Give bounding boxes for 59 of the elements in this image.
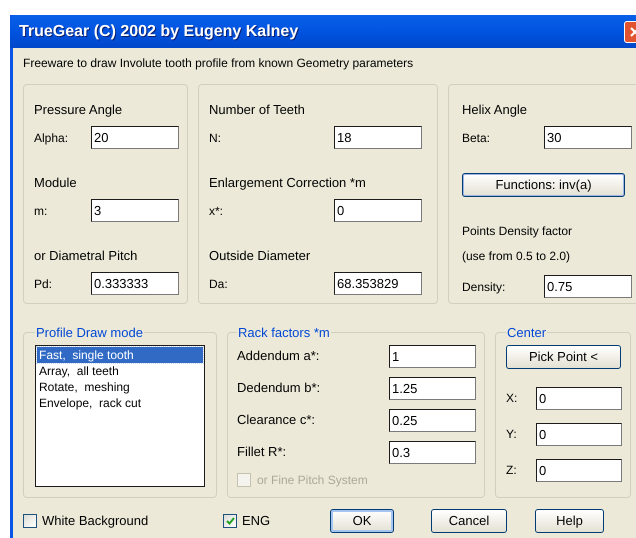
field-label: m: [34,202,48,220]
field-label: Clearance c*: [237,411,316,430]
input-field[interactable]: 0.333333 [91,272,179,295]
input-field[interactable]: 0.75 [544,275,632,298]
checkmark-icon [226,517,234,525]
field-label: x*: [209,202,224,220]
functions-button[interactable]: Functions: inv(a) [462,173,625,197]
field-label: Da: [209,276,229,292]
field-label: Z: [506,462,518,480]
field-label: N: [209,130,222,146]
pick-point-button[interactable]: Pick Point < [506,344,621,368]
list-item[interactable]: Envelope, rack cut [37,394,203,410]
section-heading: Number of Teeth [209,101,306,119]
section-heading: Outside Diameter [209,247,312,265]
list-item[interactable]: Array, all teeth [37,362,203,378]
section-heading: Pressure Angle [34,101,124,119]
field-label: Addendum a*: [237,347,320,366]
note-text: (use from 0.5 to 2.0) [462,248,572,265]
input-field[interactable]: 3 [91,199,179,222]
checkbox[interactable] [223,514,237,528]
checkbox-label: ENG [242,512,270,530]
input-field[interactable]: 0.25 [389,408,476,432]
field-label: Beta: [462,130,492,146]
field-label: Density: [462,278,506,296]
note-text: Points Density factor [462,223,574,240]
checkbox-label: or Fine Pitch System [257,472,368,488]
input-field[interactable]: 1.25 [389,376,476,400]
field-label: X: [506,390,518,408]
field-label: Alpha: [34,130,70,146]
section-heading: Helix Angle [462,101,528,119]
group-title: Rack factors *m [237,324,331,342]
input-field[interactable]: 1 [389,344,476,368]
input-field[interactable]: 0 [334,199,422,222]
input-field[interactable]: 0 [536,422,622,446]
section-heading: Module [34,174,78,192]
input-field[interactable]: 18 [334,126,422,149]
section-heading: or Diametral Pitch [34,247,138,265]
field-label: Fillet R*: [237,443,288,462]
section-heading: Enlargement Correction *m [209,174,367,192]
list-item[interactable]: Rotate, meshing [37,378,203,394]
input-field[interactable]: 0 [536,386,622,410]
dialog-button[interactable]: Cancel [431,509,507,533]
group-title: Center [506,324,548,342]
input-field[interactable]: 0 [536,458,622,482]
window-title: TrueGear (C) 2002 by Eugeny Kalney [19,22,298,42]
field-label: Dedendum b*: [237,379,322,398]
field-label: Pd: [34,276,54,292]
input-field[interactable]: 30 [544,126,632,149]
input-field[interactable]: 0.3 [389,440,476,464]
dialog-button[interactable]: Help [535,509,604,533]
input-field[interactable]: 20 [91,126,179,149]
checkbox-label: White Background [42,512,148,530]
list-item[interactable]: Fast, single tooth [37,346,203,362]
dialog-button[interactable]: OK [330,509,394,533]
group-title: Profile Draw mode [35,324,144,342]
description-text: Freeware to draw Involute tooth profile from known Geometry parameters [23,55,414,70]
checkbox[interactable] [23,514,37,528]
input-field[interactable]: 68.353829 [334,272,422,295]
field-label: Y: [506,426,518,444]
